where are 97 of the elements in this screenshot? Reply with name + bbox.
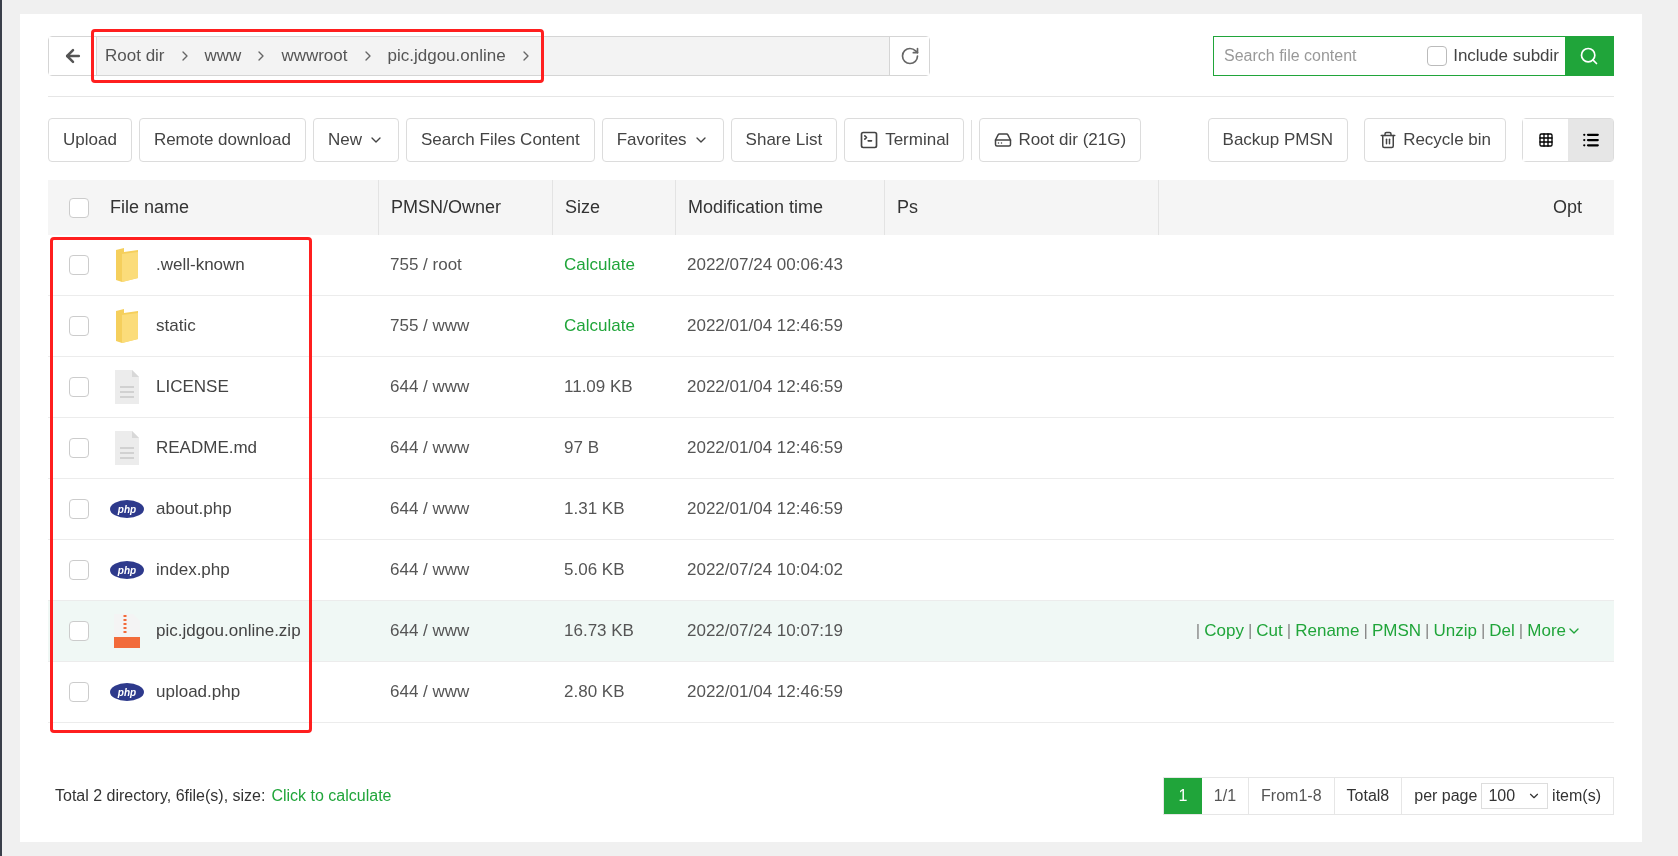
toolbar-button[interactable]: Backup PMSN [1207, 118, 1349, 162]
separator: | [1480, 620, 1486, 643]
table-cell-text: 2022/01/04 12:46:59 [686, 315, 844, 338]
per-page-label: per page [1414, 786, 1478, 806]
table-cell-text: 644 / www [389, 559, 471, 582]
table-cell-text: 2022/01/04 12:46:59 [686, 376, 844, 399]
search-input[interactable]: Search file content [1214, 44, 1404, 68]
document-icon [114, 369, 140, 405]
table-cell-text: 2022/07/24 00:06:43 [686, 254, 844, 277]
toolbar-button[interactable]: Share List [730, 118, 838, 162]
checkbox[interactable] [69, 621, 89, 641]
checkbox[interactable] [69, 560, 89, 580]
breadcrumb-item[interactable]: www [204, 43, 242, 69]
folder-icon [114, 246, 140, 284]
breadcrumb-item[interactable]: pic.jdgou.online [387, 43, 506, 69]
file-row[interactable]: pic.jdgou.online.zip 644 / www 16.73 KB 2022/07/24 10:07:19 | Copy | Cut | Rename | PMSN | Unzip | Del | More [48, 601, 1614, 662]
checkbox[interactable] [69, 682, 89, 702]
list-icon [1581, 131, 1600, 149]
breadcrumb-item[interactable]: wwwroot [281, 43, 348, 69]
file-name[interactable]: .well-known [156, 252, 245, 278]
table-cell-text: 2022/01/04 12:46:59 [686, 681, 844, 704]
table-cell-text: 2.80 KB [563, 681, 626, 704]
table-cell-text: 11.09 KB [563, 376, 634, 399]
separator: | [1286, 620, 1292, 643]
search-field[interactable]: Search file content Include subdir [1213, 36, 1614, 76]
column-header[interactable]: Size [565, 194, 600, 221]
table-cell-text: 644 / www [389, 620, 471, 643]
php-icon: php [110, 682, 144, 702]
archive-icon [113, 613, 141, 649]
column-header[interactable]: File name [110, 194, 190, 221]
table-cell-text: 755 / root [389, 254, 463, 277]
file-name[interactable]: about.php [156, 496, 232, 522]
separator: | [1247, 620, 1253, 643]
file-name[interactable]: static [156, 313, 196, 339]
checkbox[interactable] [69, 377, 89, 397]
separator: | [1425, 620, 1430, 643]
file-name[interactable]: pic.jdgou.online.zip [156, 618, 301, 644]
drive-icon [994, 131, 1013, 149]
page-count: 1/1 [1201, 778, 1250, 814]
column-header[interactable]: Ps [897, 194, 918, 221]
separator: | [1518, 620, 1524, 643]
terminal-icon [859, 130, 880, 150]
column-header[interactable]: Modification time [688, 194, 824, 221]
per-page-select[interactable]: 100 [1481, 783, 1549, 809]
back-button[interactable] [49, 37, 97, 75]
page-range: From1-8 [1249, 778, 1335, 814]
file-name[interactable]: index.php [156, 557, 230, 583]
toolbar-button[interactable]: Upload [48, 118, 132, 162]
file-name[interactable]: upload.php [156, 679, 241, 705]
items-label: item(s) [1552, 786, 1601, 806]
checkbox[interactable] [1427, 46, 1448, 66]
table-cell-text: 644 / www [389, 498, 471, 521]
refresh-icon [899, 46, 920, 66]
file-name[interactable]: README.md [156, 435, 258, 461]
table-cell-text: 644 / www [389, 437, 471, 460]
checkbox[interactable] [69, 438, 89, 458]
toolbar-button[interactable]: Root dir (21G) [979, 118, 1142, 162]
separator: | [1363, 620, 1368, 643]
grid-icon [1537, 132, 1554, 148]
table-cell-text: 755 / www [389, 315, 471, 338]
checkbox[interactable] [69, 197, 89, 218]
checkbox[interactable] [69, 255, 89, 275]
document-icon [114, 430, 140, 466]
toolbar-button[interactable]: Recycle bin [1364, 118, 1506, 162]
folder-icon [114, 307, 140, 345]
column-header[interactable]: Opt [1553, 194, 1582, 221]
search-icon [1579, 46, 1599, 66]
checkbox-label: Include subdir [1453, 45, 1559, 68]
toolbar-button[interactable]: New [312, 118, 399, 162]
toolbar-button[interactable]: Search Files Content [405, 118, 595, 162]
column-header[interactable]: PMSN/Owner [391, 194, 502, 221]
table-cell-text: 97 B [563, 437, 600, 460]
table-cell-text: 644 / www [389, 681, 471, 704]
table-cell-text: 1.31 KB [563, 498, 626, 521]
table-cell-text: 5.06 KB [563, 559, 626, 582]
breadcrumb-item[interactable]: Root dir [105, 43, 165, 69]
table-cell-text: 2022/07/24 10:04:02 [686, 559, 844, 582]
table-cell-text: 2022/01/04 12:46:59 [686, 498, 844, 521]
view-toggle[interactable] [1568, 119, 1613, 161]
php-icon: php [110, 499, 144, 519]
toolbar-button[interactable]: Terminal [844, 118, 965, 162]
checkbox[interactable] [69, 316, 89, 336]
total-count: Total8 [1334, 778, 1403, 814]
toolbar-button[interactable]: Remote download [138, 118, 306, 162]
table-cell-text: 2022/07/24 10:07:19 [686, 620, 844, 643]
php-icon: php [110, 560, 144, 580]
table-cell-text: 644 / www [389, 376, 471, 399]
toolbar-button[interactable]: Favorites [601, 118, 724, 162]
refresh-button[interactable] [889, 37, 929, 75]
separator: | [1195, 620, 1201, 643]
footer-summary: Total 2 directory, 6file(s), size: [55, 786, 266, 806]
search-button[interactable] [1565, 37, 1613, 75]
file-name[interactable]: LICENSE [156, 374, 229, 400]
checkbox[interactable] [69, 499, 89, 519]
trash-icon [1379, 131, 1398, 149]
table-cell-text: 16.73 KB [563, 620, 635, 643]
table-cell-text: 2022/01/04 12:46:59 [686, 437, 844, 460]
